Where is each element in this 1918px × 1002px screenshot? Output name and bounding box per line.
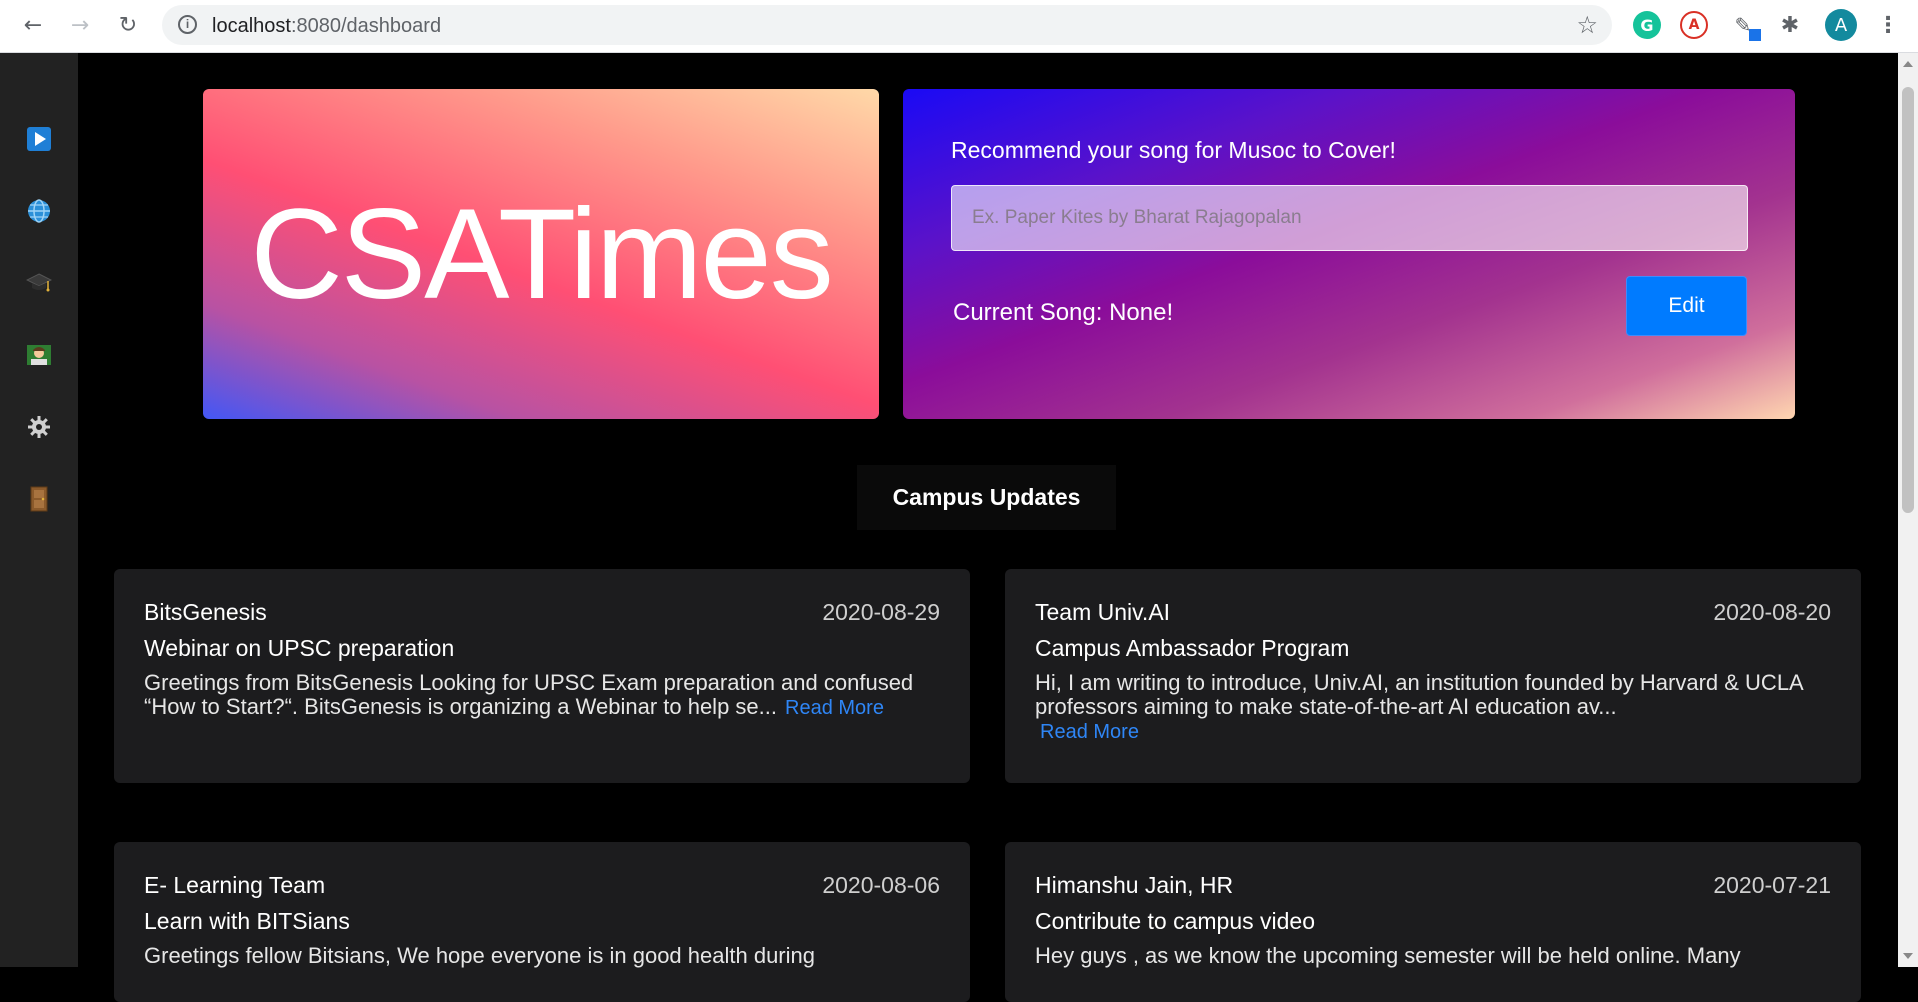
pdf-extension-icon[interactable]: A — [1680, 11, 1708, 39]
scrollbar-thumb[interactable] — [1902, 87, 1914, 513]
url-path: :8080/dashboard — [290, 15, 442, 37]
card-headline: Contribute to campus video — [1035, 908, 1315, 934]
card-headline: Campus Ambassador Program — [1035, 635, 1350, 661]
card-author: BitsGenesis — [144, 599, 267, 625]
card-author: Team Univ.AI — [1035, 599, 1171, 625]
update-card: Team Univ.AI 2020-08-20 Campus Ambassado… — [1005, 569, 1861, 783]
csatimes-banner: CSATimes — [203, 89, 879, 419]
update-card: BitsGenesis 2020-08-29 Webinar on UPSC p… — [114, 569, 970, 783]
song-recommendation-card: Recommend your song for Musoc to Cover! … — [903, 89, 1795, 419]
card-excerpt: Greetings fellow Bitsians, We hope every… — [144, 943, 815, 968]
back-icon[interactable]: ← — [18, 10, 48, 40]
url-host: localhost — [212, 15, 291, 37]
site-info-icon[interactable]: i — [178, 15, 197, 34]
graduation-cap-icon[interactable] — [25, 269, 53, 297]
bookmark-star-icon[interactable]: ☆ — [1576, 11, 1598, 39]
globe-icon[interactable] — [25, 197, 53, 225]
extensions-puzzle-icon[interactable]: ✱ — [1776, 11, 1804, 39]
logo-title: CSATimes — [250, 182, 833, 326]
extension-badge — [1749, 29, 1761, 41]
reload-icon[interactable]: ↻ — [113, 10, 143, 40]
edit-button[interactable]: Edit — [1626, 276, 1747, 336]
scroll-down-arrow[interactable] — [1903, 953, 1913, 959]
read-more-link[interactable]: Read More — [1040, 721, 1139, 743]
card-headline: Learn with BITSians — [144, 908, 350, 934]
card-date: 2020-07-21 — [1713, 872, 1831, 898]
forward-icon[interactable]: → — [65, 10, 95, 40]
address-bar[interactable]: i localhost:8080/dashboard ☆ — [162, 5, 1612, 45]
card-excerpt-block: Greetings from BitsGenesis Looking for U… — [144, 671, 940, 720]
card-headline: Webinar on UPSC preparation — [144, 635, 455, 661]
read-more-link[interactable]: Read More — [785, 697, 884, 719]
update-card: E- Learning Team 2020-08-06 Learn with B… — [114, 842, 970, 1002]
card-excerpt-block: Hi, I am writing to introduce, Univ.AI, … — [1035, 671, 1831, 744]
card-date: 2020-08-06 — [822, 872, 940, 898]
url-text[interactable]: localhost:8080/dashboard — [212, 15, 441, 38]
card-author: E- Learning Team — [144, 872, 326, 898]
card-author: Himanshu Jain, HR — [1035, 872, 1234, 898]
scroll-up-arrow[interactable] — [1903, 61, 1913, 67]
browser-menu-icon[interactable]: ⋮ — [1874, 11, 1902, 39]
campus-updates-heading: Campus Updates — [857, 465, 1116, 530]
tool-extension-icon[interactable]: ✎ — [1729, 11, 1761, 41]
song-input[interactable] — [951, 185, 1748, 251]
browser-toolbar: ← → ↻ i localhost:8080/dashboard ☆ G A ✎… — [0, 0, 1918, 53]
grammarly-extension-icon[interactable]: G — [1633, 11, 1661, 39]
card-excerpt: Hi, I am writing to introduce, Univ.AI, … — [1035, 670, 1803, 719]
sidebar — [0, 53, 78, 967]
student-icon[interactable] — [25, 341, 53, 369]
profile-avatar[interactable]: A — [1825, 9, 1857, 41]
door-icon[interactable] — [25, 485, 53, 513]
card-date: 2020-08-20 — [1713, 599, 1831, 625]
current-song: Current Song: None! — [953, 299, 1174, 326]
song-prompt: Recommend your song for Musoc to Cover! — [951, 137, 1396, 163]
card-excerpt: Hey guys , as we know the upcoming semes… — [1035, 943, 1741, 968]
update-card: Himanshu Jain, HR 2020-07-21 Contribute … — [1005, 842, 1861, 1002]
card-date: 2020-08-29 — [822, 599, 940, 625]
play-icon[interactable] — [25, 125, 53, 153]
page-scrollbar[interactable] — [1898, 53, 1918, 967]
gear-icon[interactable] — [25, 413, 53, 441]
